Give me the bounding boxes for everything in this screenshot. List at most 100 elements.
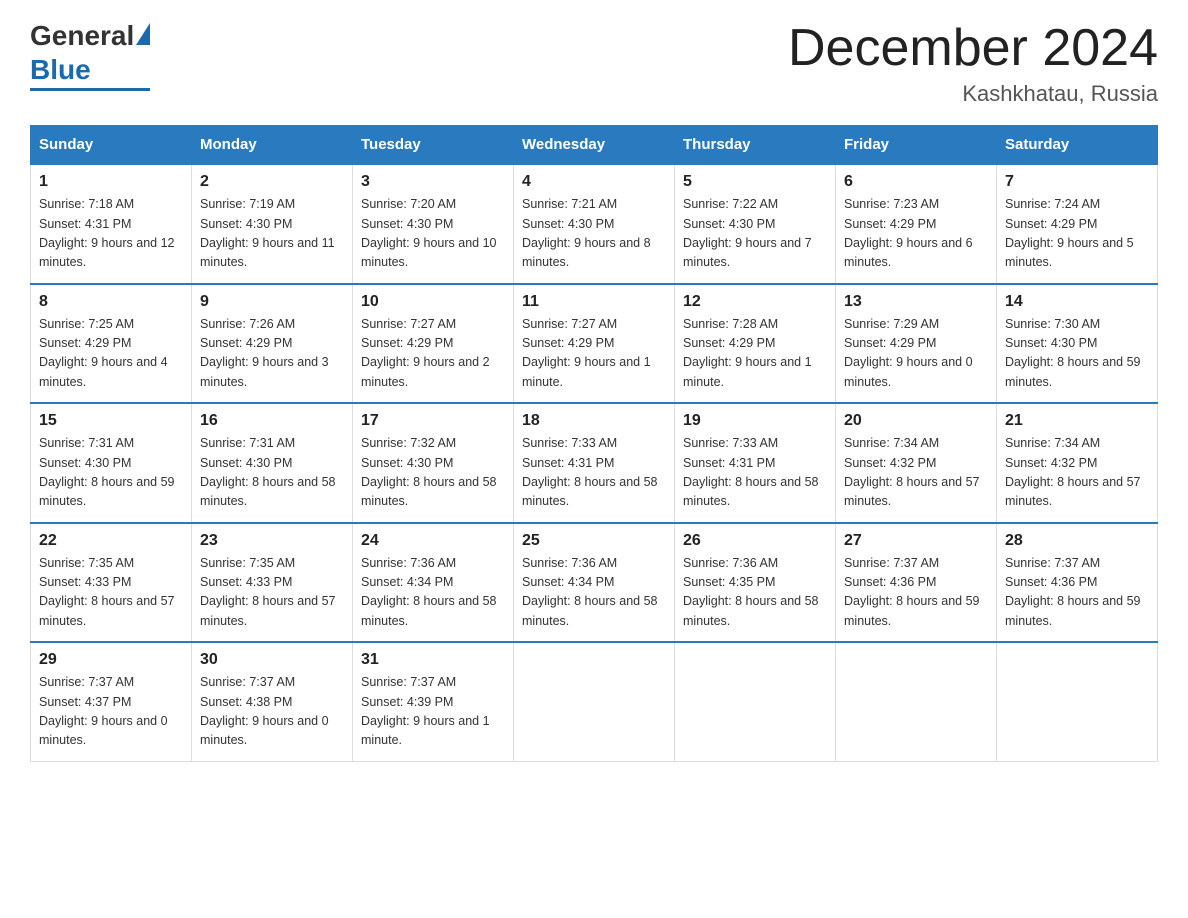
day-info: Sunrise: 7:31 AMSunset: 4:30 PMDaylight:… — [200, 436, 336, 508]
col-saturday: Saturday — [997, 126, 1158, 165]
table-row: 22 Sunrise: 7:35 AMSunset: 4:33 PMDaylig… — [31, 523, 192, 643]
day-info: Sunrise: 7:34 AMSunset: 4:32 PMDaylight:… — [1005, 436, 1141, 508]
day-info: Sunrise: 7:31 AMSunset: 4:30 PMDaylight:… — [39, 436, 175, 508]
table-row: 8 Sunrise: 7:25 AMSunset: 4:29 PMDayligh… — [31, 284, 192, 404]
day-number: 20 — [844, 412, 988, 430]
day-info: Sunrise: 7:33 AMSunset: 4:31 PMDaylight:… — [522, 436, 658, 508]
day-info: Sunrise: 7:37 AMSunset: 4:39 PMDaylight:… — [361, 675, 490, 747]
month-title: December 2024 — [788, 20, 1158, 77]
day-info: Sunrise: 7:30 AMSunset: 4:30 PMDaylight:… — [1005, 317, 1141, 389]
location-label: Kashkhatau, Russia — [788, 81, 1158, 107]
table-row: 21 Sunrise: 7:34 AMSunset: 4:32 PMDaylig… — [997, 403, 1158, 523]
table-row: 24 Sunrise: 7:36 AMSunset: 4:34 PMDaylig… — [353, 523, 514, 643]
day-number: 26 — [683, 532, 827, 550]
table-row: 28 Sunrise: 7:37 AMSunset: 4:36 PMDaylig… — [997, 523, 1158, 643]
day-number: 1 — [39, 173, 183, 191]
logo-underline — [30, 88, 150, 91]
day-number: 16 — [200, 412, 344, 430]
table-row: 29 Sunrise: 7:37 AMSunset: 4:37 PMDaylig… — [31, 642, 192, 761]
table-row: 15 Sunrise: 7:31 AMSunset: 4:30 PMDaylig… — [31, 403, 192, 523]
table-row: 23 Sunrise: 7:35 AMSunset: 4:33 PMDaylig… — [192, 523, 353, 643]
table-row: 9 Sunrise: 7:26 AMSunset: 4:29 PMDayligh… — [192, 284, 353, 404]
day-number: 18 — [522, 412, 666, 430]
table-row: 12 Sunrise: 7:28 AMSunset: 4:29 PMDaylig… — [675, 284, 836, 404]
table-row — [675, 642, 836, 761]
table-row: 7 Sunrise: 7:24 AMSunset: 4:29 PMDayligh… — [997, 164, 1158, 284]
day-info: Sunrise: 7:35 AMSunset: 4:33 PMDaylight:… — [39, 556, 175, 628]
day-number: 17 — [361, 412, 505, 430]
table-row — [514, 642, 675, 761]
day-info: Sunrise: 7:21 AMSunset: 4:30 PMDaylight:… — [522, 197, 651, 269]
table-row: 2 Sunrise: 7:19 AMSunset: 4:30 PMDayligh… — [192, 164, 353, 284]
day-number: 22 — [39, 532, 183, 550]
day-number: 28 — [1005, 532, 1149, 550]
day-number: 15 — [39, 412, 183, 430]
day-number: 19 — [683, 412, 827, 430]
logo: General Blue — [30, 20, 150, 91]
calendar-week-5: 29 Sunrise: 7:37 AMSunset: 4:37 PMDaylig… — [31, 642, 1158, 761]
day-info: Sunrise: 7:36 AMSunset: 4:34 PMDaylight:… — [522, 556, 658, 628]
table-row: 26 Sunrise: 7:36 AMSunset: 4:35 PMDaylig… — [675, 523, 836, 643]
day-info: Sunrise: 7:23 AMSunset: 4:29 PMDaylight:… — [844, 197, 973, 269]
table-row: 27 Sunrise: 7:37 AMSunset: 4:36 PMDaylig… — [836, 523, 997, 643]
table-row: 4 Sunrise: 7:21 AMSunset: 4:30 PMDayligh… — [514, 164, 675, 284]
day-info: Sunrise: 7:27 AMSunset: 4:29 PMDaylight:… — [522, 317, 651, 389]
day-number: 7 — [1005, 173, 1149, 191]
day-number: 8 — [39, 293, 183, 311]
day-number: 23 — [200, 532, 344, 550]
calendar-table: Sunday Monday Tuesday Wednesday Thursday… — [30, 125, 1158, 762]
table-row: 20 Sunrise: 7:34 AMSunset: 4:32 PMDaylig… — [836, 403, 997, 523]
day-info: Sunrise: 7:19 AMSunset: 4:30 PMDaylight:… — [200, 197, 335, 269]
day-number: 25 — [522, 532, 666, 550]
day-info: Sunrise: 7:29 AMSunset: 4:29 PMDaylight:… — [844, 317, 973, 389]
day-number: 27 — [844, 532, 988, 550]
day-info: Sunrise: 7:37 AMSunset: 4:36 PMDaylight:… — [1005, 556, 1141, 628]
day-info: Sunrise: 7:27 AMSunset: 4:29 PMDaylight:… — [361, 317, 490, 389]
day-info: Sunrise: 7:37 AMSunset: 4:36 PMDaylight:… — [844, 556, 980, 628]
day-info: Sunrise: 7:22 AMSunset: 4:30 PMDaylight:… — [683, 197, 812, 269]
day-info: Sunrise: 7:36 AMSunset: 4:34 PMDaylight:… — [361, 556, 497, 628]
table-row: 16 Sunrise: 7:31 AMSunset: 4:30 PMDaylig… — [192, 403, 353, 523]
table-row: 25 Sunrise: 7:36 AMSunset: 4:34 PMDaylig… — [514, 523, 675, 643]
day-number: 3 — [361, 173, 505, 191]
day-info: Sunrise: 7:37 AMSunset: 4:37 PMDaylight:… — [39, 675, 168, 747]
logo-blue-text: Blue — [30, 54, 91, 86]
day-number: 2 — [200, 173, 344, 191]
logo-triangle-icon — [136, 23, 150, 45]
title-section: December 2024 Kashkhatau, Russia — [788, 20, 1158, 107]
day-info: Sunrise: 7:25 AMSunset: 4:29 PMDaylight:… — [39, 317, 168, 389]
col-sunday: Sunday — [31, 126, 192, 165]
day-number: 9 — [200, 293, 344, 311]
col-friday: Friday — [836, 126, 997, 165]
col-monday: Monday — [192, 126, 353, 165]
table-row: 6 Sunrise: 7:23 AMSunset: 4:29 PMDayligh… — [836, 164, 997, 284]
day-number: 13 — [844, 293, 988, 311]
table-row: 1 Sunrise: 7:18 AMSunset: 4:31 PMDayligh… — [31, 164, 192, 284]
day-number: 24 — [361, 532, 505, 550]
col-tuesday: Tuesday — [353, 126, 514, 165]
day-info: Sunrise: 7:36 AMSunset: 4:35 PMDaylight:… — [683, 556, 819, 628]
table-row: 10 Sunrise: 7:27 AMSunset: 4:29 PMDaylig… — [353, 284, 514, 404]
day-number: 12 — [683, 293, 827, 311]
table-row: 3 Sunrise: 7:20 AMSunset: 4:30 PMDayligh… — [353, 164, 514, 284]
day-number: 29 — [39, 651, 183, 669]
day-number: 21 — [1005, 412, 1149, 430]
day-number: 30 — [200, 651, 344, 669]
table-row: 13 Sunrise: 7:29 AMSunset: 4:29 PMDaylig… — [836, 284, 997, 404]
day-info: Sunrise: 7:34 AMSunset: 4:32 PMDaylight:… — [844, 436, 980, 508]
table-row: 31 Sunrise: 7:37 AMSunset: 4:39 PMDaylig… — [353, 642, 514, 761]
day-number: 5 — [683, 173, 827, 191]
col-wednesday: Wednesday — [514, 126, 675, 165]
day-number: 6 — [844, 173, 988, 191]
table-row: 19 Sunrise: 7:33 AMSunset: 4:31 PMDaylig… — [675, 403, 836, 523]
calendar-week-2: 8 Sunrise: 7:25 AMSunset: 4:29 PMDayligh… — [31, 284, 1158, 404]
calendar-week-4: 22 Sunrise: 7:35 AMSunset: 4:33 PMDaylig… — [31, 523, 1158, 643]
day-number: 14 — [1005, 293, 1149, 311]
table-row — [997, 642, 1158, 761]
day-number: 4 — [522, 173, 666, 191]
calendar-week-1: 1 Sunrise: 7:18 AMSunset: 4:31 PMDayligh… — [31, 164, 1158, 284]
table-row: 11 Sunrise: 7:27 AMSunset: 4:29 PMDaylig… — [514, 284, 675, 404]
day-info: Sunrise: 7:26 AMSunset: 4:29 PMDaylight:… — [200, 317, 329, 389]
page-header: General Blue December 2024 Kashkhatau, R… — [30, 20, 1158, 107]
table-row: 30 Sunrise: 7:37 AMSunset: 4:38 PMDaylig… — [192, 642, 353, 761]
